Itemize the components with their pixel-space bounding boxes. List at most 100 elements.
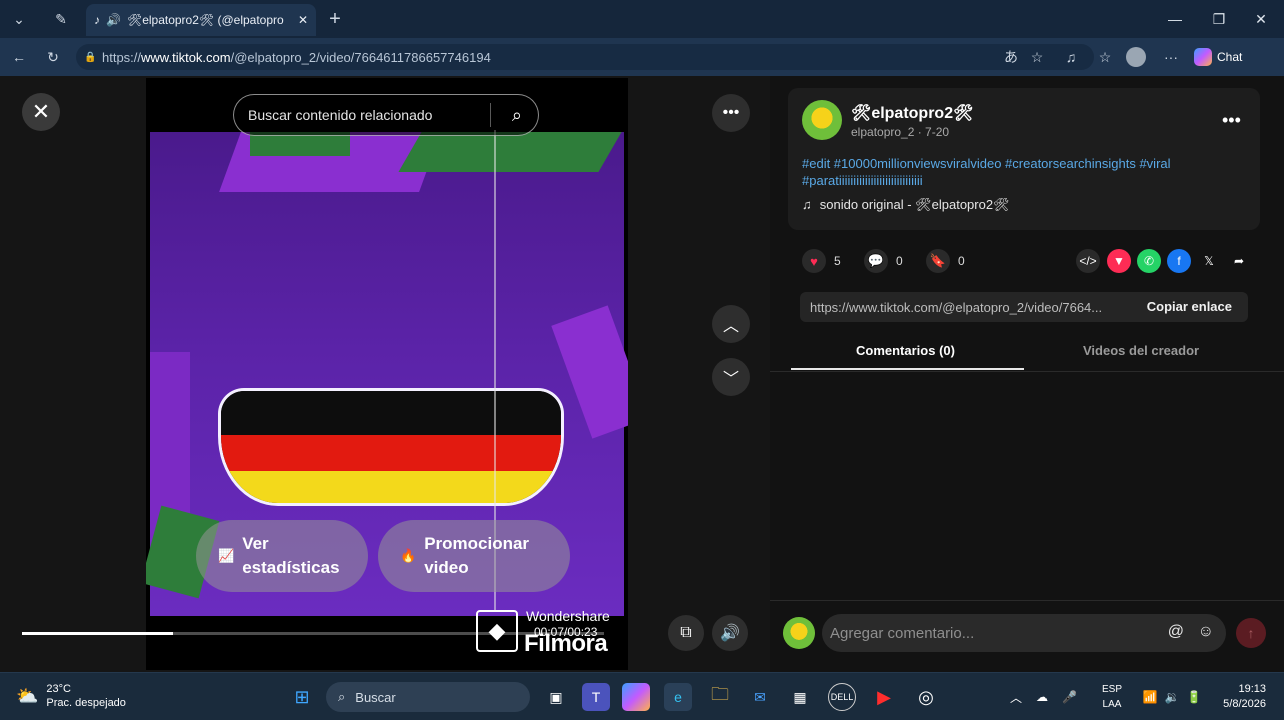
- comment-input[interactable]: Agregar comentario... @ ☺: [822, 614, 1226, 652]
- watermark-brand: Wondershare: [526, 608, 610, 624]
- post-sound[interactable]: ♫ sonido original - 🛠elpatopro2🛠: [802, 197, 1010, 213]
- pip-button[interactable]: ⧉: [668, 615, 704, 651]
- tab-close-icon[interactable]: ✕: [298, 13, 308, 27]
- related-content-search[interactable]: Buscar contenido relacionado ⌕: [233, 94, 539, 136]
- more-menu-icon[interactable]: ···: [1160, 46, 1182, 68]
- music-note-icon: ♫: [802, 197, 812, 212]
- windows-start-icon[interactable]: ⊞: [288, 683, 316, 711]
- x-twitter-icon[interactable]: 𝕏: [1197, 249, 1221, 273]
- language-indicator[interactable]: ESP LAA: [1100, 682, 1124, 712]
- like-action[interactable]: ♥ 5: [802, 249, 841, 273]
- creator-display-name[interactable]: 🛠elpatopro2🛠: [851, 103, 973, 123]
- creator-avatar[interactable]: [802, 100, 842, 140]
- post-more-icon[interactable]: •••: [1222, 110, 1241, 131]
- minimize-icon[interactable]: —: [1160, 8, 1190, 30]
- chat-label: Chat: [1217, 50, 1243, 64]
- post-description[interactable]: #edit #10000millionviewsviralvideo #crea…: [802, 155, 1242, 189]
- profile-avatar[interactable]: [1126, 47, 1146, 67]
- task-view-icon[interactable]: ▣: [542, 683, 570, 711]
- promote-video-button[interactable]: 🔥 Promocionar video: [378, 520, 570, 592]
- previous-video-button[interactable]: ︿: [712, 305, 750, 343]
- share-link-row: https://www.tiktok.com/@elpatopro_2/vide…: [800, 292, 1248, 322]
- save-action[interactable]: 🔖 0: [926, 249, 965, 273]
- lang-2: LAA: [1102, 699, 1122, 710]
- taskbar-search[interactable]: ⌕ Buscar: [326, 682, 530, 712]
- pip-icon: ⧉: [680, 624, 692, 641]
- onedrive-icon[interactable]: ☁: [1036, 690, 1048, 704]
- chevron-up-icon: ︿: [722, 318, 739, 335]
- mention-icon[interactable]: @: [1168, 623, 1184, 641]
- taskbar-search-label: Buscar: [355, 689, 396, 705]
- dell-icon[interactable]: DELL: [828, 683, 856, 711]
- clock-date: 5/8/2026: [1223, 698, 1266, 710]
- view-stats-button[interactable]: 📈 Ver estadísticas: [196, 520, 368, 592]
- mail-icon[interactable]: ✉: [746, 683, 774, 711]
- microphone-icon[interactable]: 🎤: [1062, 690, 1077, 704]
- chevron-down-icon: ﹀: [722, 371, 739, 388]
- send-to-friends-icon[interactable]: ▼: [1107, 249, 1131, 273]
- volume-icon: 🔊: [720, 625, 740, 642]
- search-icon[interactable]: ⌕: [512, 105, 522, 126]
- reload-icon[interactable]: ↻: [42, 46, 64, 68]
- next-video-button[interactable]: ﹀: [712, 358, 750, 396]
- favorite-star-icon[interactable]: ☆: [1026, 46, 1048, 68]
- player-more-button[interactable]: •••: [712, 94, 750, 132]
- search-icon: ⌕: [338, 689, 346, 704]
- video-shard: [398, 132, 622, 172]
- comment-action[interactable]: 💬 0: [864, 249, 903, 273]
- heart-icon[interactable]: ♥: [802, 249, 826, 273]
- stats-label-1: Ver: [242, 534, 269, 553]
- file-explorer-icon[interactable]: 🗀: [706, 683, 734, 711]
- workspaces-icon[interactable]: ✎: [48, 6, 74, 32]
- teams-icon[interactable]: T: [582, 683, 610, 711]
- copilot-chat-button[interactable]: Chat: [1194, 45, 1242, 69]
- tab-audio-icon[interactable]: 🔊: [106, 13, 121, 27]
- close-player-button[interactable]: ✕: [22, 93, 60, 131]
- comment-divider: [770, 600, 1284, 601]
- germany-flag-graphic: [218, 388, 564, 506]
- lock-icon: 🔒: [84, 51, 97, 63]
- emoji-icon[interactable]: ☺: [1198, 623, 1214, 641]
- browser-tab-tiktok[interactable]: ♪ 🔊 🛠elpatopro2🛠 (@elpatopro ✕: [86, 4, 316, 36]
- restore-icon[interactable]: ❐: [1204, 8, 1234, 30]
- post-comment-button[interactable]: ↑: [1236, 618, 1266, 648]
- copilot-app-icon[interactable]: [622, 683, 650, 711]
- promote-label-2: video: [424, 558, 469, 577]
- comment-bubble-icon[interactable]: 💬: [864, 249, 888, 273]
- bookmark-icon[interactable]: 🔖: [926, 249, 950, 273]
- window-close-icon[interactable]: ✕: [1246, 8, 1276, 30]
- save-count: 0: [958, 254, 965, 268]
- extensions-icon[interactable]: ♫: [1060, 46, 1082, 68]
- tab-creator-videos[interactable]: Videos del creador: [1083, 343, 1199, 358]
- whatsapp-icon[interactable]: ✆: [1137, 249, 1161, 273]
- share-link[interactable]: https://www.tiktok.com/@elpatopro_2/vide…: [810, 300, 1102, 315]
- weather-widget[interactable]: ⛅ 23°C Prac. despejado: [16, 682, 126, 710]
- edge-browser-icon[interactable]: e: [664, 683, 692, 711]
- tiktok-favicon-icon: ♪: [94, 13, 100, 27]
- show-hidden-icons-chevron-icon[interactable]: ︿: [1010, 689, 1022, 706]
- youtube-icon[interactable]: ▶: [870, 683, 898, 711]
- tab-actions-chevron-icon[interactable]: ⌄: [6, 6, 32, 32]
- translate-icon[interactable]: あ: [1000, 46, 1022, 68]
- battery-icon[interactable]: 🔋: [1180, 683, 1208, 711]
- facebook-icon[interactable]: f: [1167, 249, 1191, 273]
- system-tray[interactable]: ︿ ☁ 🎤: [1010, 683, 1077, 711]
- url-host: www.tiktok.com: [141, 49, 231, 65]
- back-arrow-icon[interactable]: ←: [8, 46, 30, 68]
- new-tab-plus-icon[interactable]: +: [322, 6, 348, 32]
- address-bar[interactable]: 🔒 https://www.tiktok.com/@elpatopro_2/vi…: [76, 44, 1094, 70]
- like-count: 5: [834, 254, 841, 268]
- tab-comments[interactable]: Comentarios (0): [856, 343, 955, 358]
- chrome-icon[interactable]: ◎: [912, 683, 940, 711]
- favorites-icon[interactable]: ☆: [1094, 46, 1116, 68]
- volume-button[interactable]: 🔊: [712, 615, 748, 651]
- weather-text: Prac. despejado: [46, 697, 126, 709]
- tab-title: 🛠elpatopro2🛠 (@elpatopro: [126, 13, 284, 27]
- share-arrow-icon[interactable]: ➦: [1227, 249, 1251, 273]
- copilot-icon: [1194, 48, 1212, 66]
- taskbar-clock[interactable]: 19:13 5/8/2026: [1214, 682, 1266, 712]
- store-icon[interactable]: ▦: [786, 683, 814, 711]
- copy-link-button[interactable]: Copiar enlace: [1147, 299, 1232, 314]
- stats-chart-icon: 📈: [218, 548, 235, 563]
- embed-code-icon[interactable]: </>: [1076, 249, 1100, 273]
